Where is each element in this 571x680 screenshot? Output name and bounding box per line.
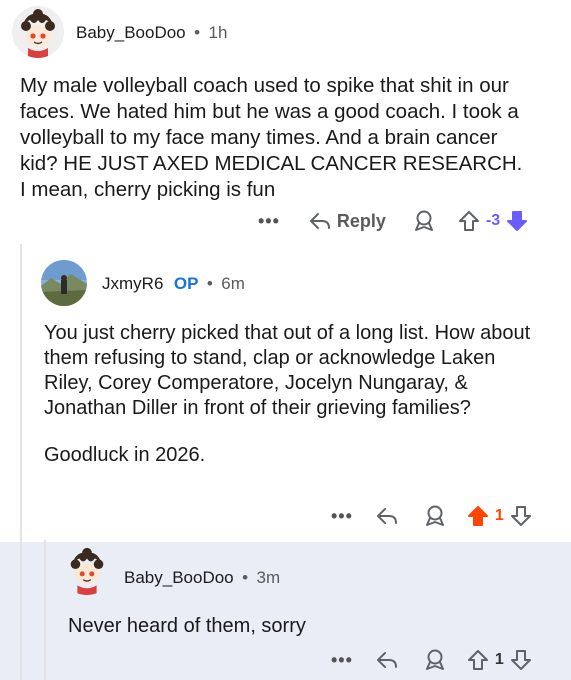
downvote-icon[interactable]	[510, 504, 532, 528]
more-options-button[interactable]: •••	[331, 506, 353, 527]
snoo-avatar-icon	[62, 545, 112, 595]
op-badge: OP	[173, 274, 199, 293]
thread-line[interactable]	[20, 244, 22, 680]
timestamp: 3m	[256, 568, 281, 587]
more-options-button[interactable]: •••	[258, 211, 280, 232]
timestamp: 1h	[208, 23, 228, 42]
comment-actions: ••• 1	[331, 648, 532, 672]
award-icon[interactable]	[423, 648, 447, 672]
avatar[interactable]	[62, 545, 112, 595]
reply-arrow-icon	[309, 213, 330, 229]
avatar[interactable]	[41, 260, 87, 306]
vote-score: 1	[494, 507, 504, 524]
vote-score: 1	[494, 651, 504, 668]
vote-score: -3	[485, 212, 501, 229]
award-icon[interactable]	[423, 504, 447, 528]
award-icon[interactable]	[412, 209, 436, 233]
username[interactable]: Baby_BooDoo	[76, 23, 186, 42]
comment-actions: ••• 1	[331, 504, 532, 528]
comment-header: Baby_BooDoo • 1h	[76, 23, 227, 43]
upvote-icon[interactable]	[467, 648, 489, 672]
username[interactable]: JxmyR6	[102, 274, 163, 293]
username[interactable]: Baby_BooDoo	[124, 568, 234, 587]
comment-actions: ••• Reply -3	[258, 209, 528, 233]
reply-button[interactable]: Reply	[308, 210, 386, 232]
avatar[interactable]	[12, 6, 64, 58]
comment-body: Never heard of them, sorry	[68, 615, 306, 637]
profile-photo-avatar-icon	[41, 260, 87, 306]
comment-paragraph: Goodluck in 2026.	[44, 444, 206, 466]
downvote-icon[interactable]	[506, 209, 528, 233]
reply-arrow-icon[interactable]	[375, 505, 399, 527]
more-options-button[interactable]: •••	[331, 650, 353, 671]
comment-body: You just cherry picked that out of a lon…	[44, 321, 544, 468]
reply-arrow-icon[interactable]	[375, 649, 399, 671]
separator: •	[194, 23, 201, 42]
comment-paragraph: You just cherry picked that out of a lon…	[44, 322, 531, 419]
comment-header: JxmyR6 OP • 6m	[102, 274, 245, 294]
timestamp: 6m	[221, 274, 245, 293]
upvote-icon[interactable]	[458, 209, 480, 233]
thread-line[interactable]	[44, 540, 46, 680]
reply-label: Reply	[336, 210, 386, 231]
separator: •	[242, 568, 249, 587]
upvote-icon[interactable]	[467, 504, 489, 528]
comment-body: My male volleyball coach used to spike t…	[20, 74, 523, 201]
snoo-avatar-icon	[12, 6, 64, 58]
separator: •	[206, 274, 213, 293]
comment-header: Baby_BooDoo • 3m	[124, 568, 280, 588]
downvote-icon[interactable]	[510, 648, 532, 672]
